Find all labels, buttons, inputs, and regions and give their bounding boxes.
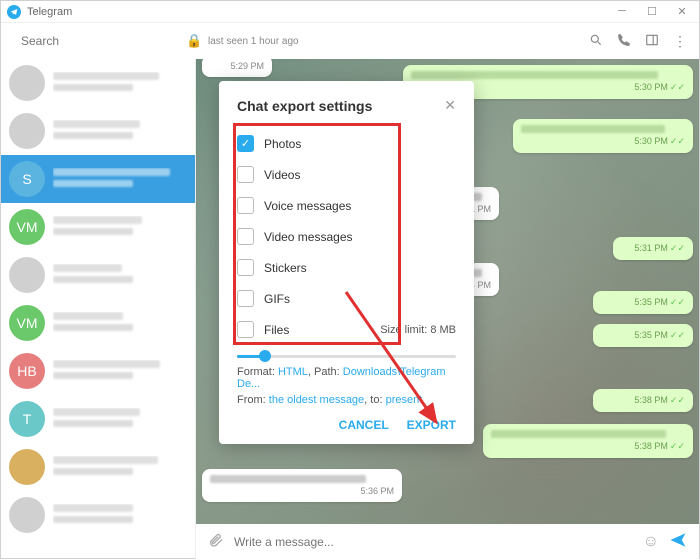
export-button[interactable]: EXPORT xyxy=(407,418,456,432)
maximize-button[interactable]: ☐ xyxy=(641,5,663,18)
check-row-videos[interactable]: Videos xyxy=(237,159,456,190)
close-button[interactable]: ✕ xyxy=(671,5,693,18)
avatar: HB xyxy=(9,353,45,389)
avatar: VM xyxy=(9,209,45,245)
avatar xyxy=(9,257,45,293)
message-input[interactable] xyxy=(234,535,633,549)
more-icon[interactable]: ⋮ xyxy=(673,33,687,50)
cancel-button[interactable]: CANCEL xyxy=(339,418,389,432)
size-limit-label: Size limit: 8 MB xyxy=(380,324,456,336)
avatar: T xyxy=(9,401,45,437)
check-label: Photos xyxy=(264,137,301,151)
check-label: Files xyxy=(264,323,289,337)
check-row-gifs[interactable]: GIFs xyxy=(237,283,456,314)
window-title: Telegram xyxy=(27,6,72,18)
search-input[interactable] xyxy=(21,34,176,48)
send-button[interactable] xyxy=(669,531,687,554)
composer: ☺ xyxy=(196,524,699,560)
telegram-logo-icon xyxy=(7,5,21,19)
checkbox[interactable] xyxy=(237,197,254,214)
check-label: GIFs xyxy=(264,292,290,306)
check-row-photos[interactable]: ✓ Photos xyxy=(237,128,456,159)
title-bar: Telegram ─ ☐ ✕ xyxy=(1,1,699,23)
size-slider[interactable] xyxy=(237,355,456,358)
from-to-line: From: the oldest message, to: present xyxy=(237,394,456,406)
search-chat-icon[interactable] xyxy=(589,33,603,50)
format-path-line: Format: HTML, Path: Downloads\Telegram D… xyxy=(237,366,456,390)
chat-list-item[interactable]: T xyxy=(1,395,195,443)
chat-list-item[interactable]: VM xyxy=(1,299,195,347)
chat-list-item[interactable]: HB xyxy=(1,347,195,395)
export-settings-modal: Chat export settings ✕ ✓ Photos Videos Voic… xyxy=(219,81,474,444)
checkbox[interactable]: ✓ xyxy=(237,135,254,152)
checkbox[interactable] xyxy=(237,259,254,276)
check-label: Videos xyxy=(264,168,300,182)
avatar xyxy=(9,65,45,101)
chat-list-item[interactable] xyxy=(1,443,195,491)
chat-list-item[interactable] xyxy=(1,491,195,539)
checkbox[interactable] xyxy=(237,228,254,245)
minimize-button[interactable]: ─ xyxy=(611,5,633,18)
check-row-voice-messages[interactable]: Voice messages xyxy=(237,190,456,221)
avatar: S xyxy=(9,161,45,197)
chat-list-item[interactable]: VM xyxy=(1,203,195,251)
avatar xyxy=(9,449,45,485)
chat-list-item[interactable] xyxy=(1,251,195,299)
checkbox[interactable] xyxy=(237,321,254,338)
emoji-icon[interactable]: ☺ xyxy=(643,533,659,551)
chat-list-item[interactable] xyxy=(1,107,195,155)
check-row-files[interactable]: Files Size limit: 8 MB xyxy=(237,314,456,345)
chat-status: last seen 1 hour ago xyxy=(208,36,299,47)
chat-list: S VM VM HB T xyxy=(1,59,196,560)
checkbox[interactable] xyxy=(237,166,254,183)
check-label: Video messages xyxy=(264,230,353,244)
chat-list-item[interactable]: S xyxy=(1,155,195,203)
sidebar-panel-icon[interactable] xyxy=(645,33,659,50)
attach-icon[interactable] xyxy=(208,532,224,553)
avatar: VM xyxy=(9,305,45,341)
check-label: Voice messages xyxy=(264,199,351,213)
check-row-video-messages[interactable]: Video messages xyxy=(237,221,456,252)
avatar xyxy=(9,497,45,533)
avatar xyxy=(9,113,45,149)
chat-list-item[interactable] xyxy=(1,59,195,107)
check-row-stickers[interactable]: Stickers xyxy=(237,252,456,283)
checkbox[interactable] xyxy=(237,290,254,307)
check-label: Stickers xyxy=(264,261,307,275)
modal-title: Chat export settings xyxy=(237,98,372,114)
close-icon[interactable]: ✕ xyxy=(444,97,456,114)
call-icon[interactable] xyxy=(617,33,631,50)
